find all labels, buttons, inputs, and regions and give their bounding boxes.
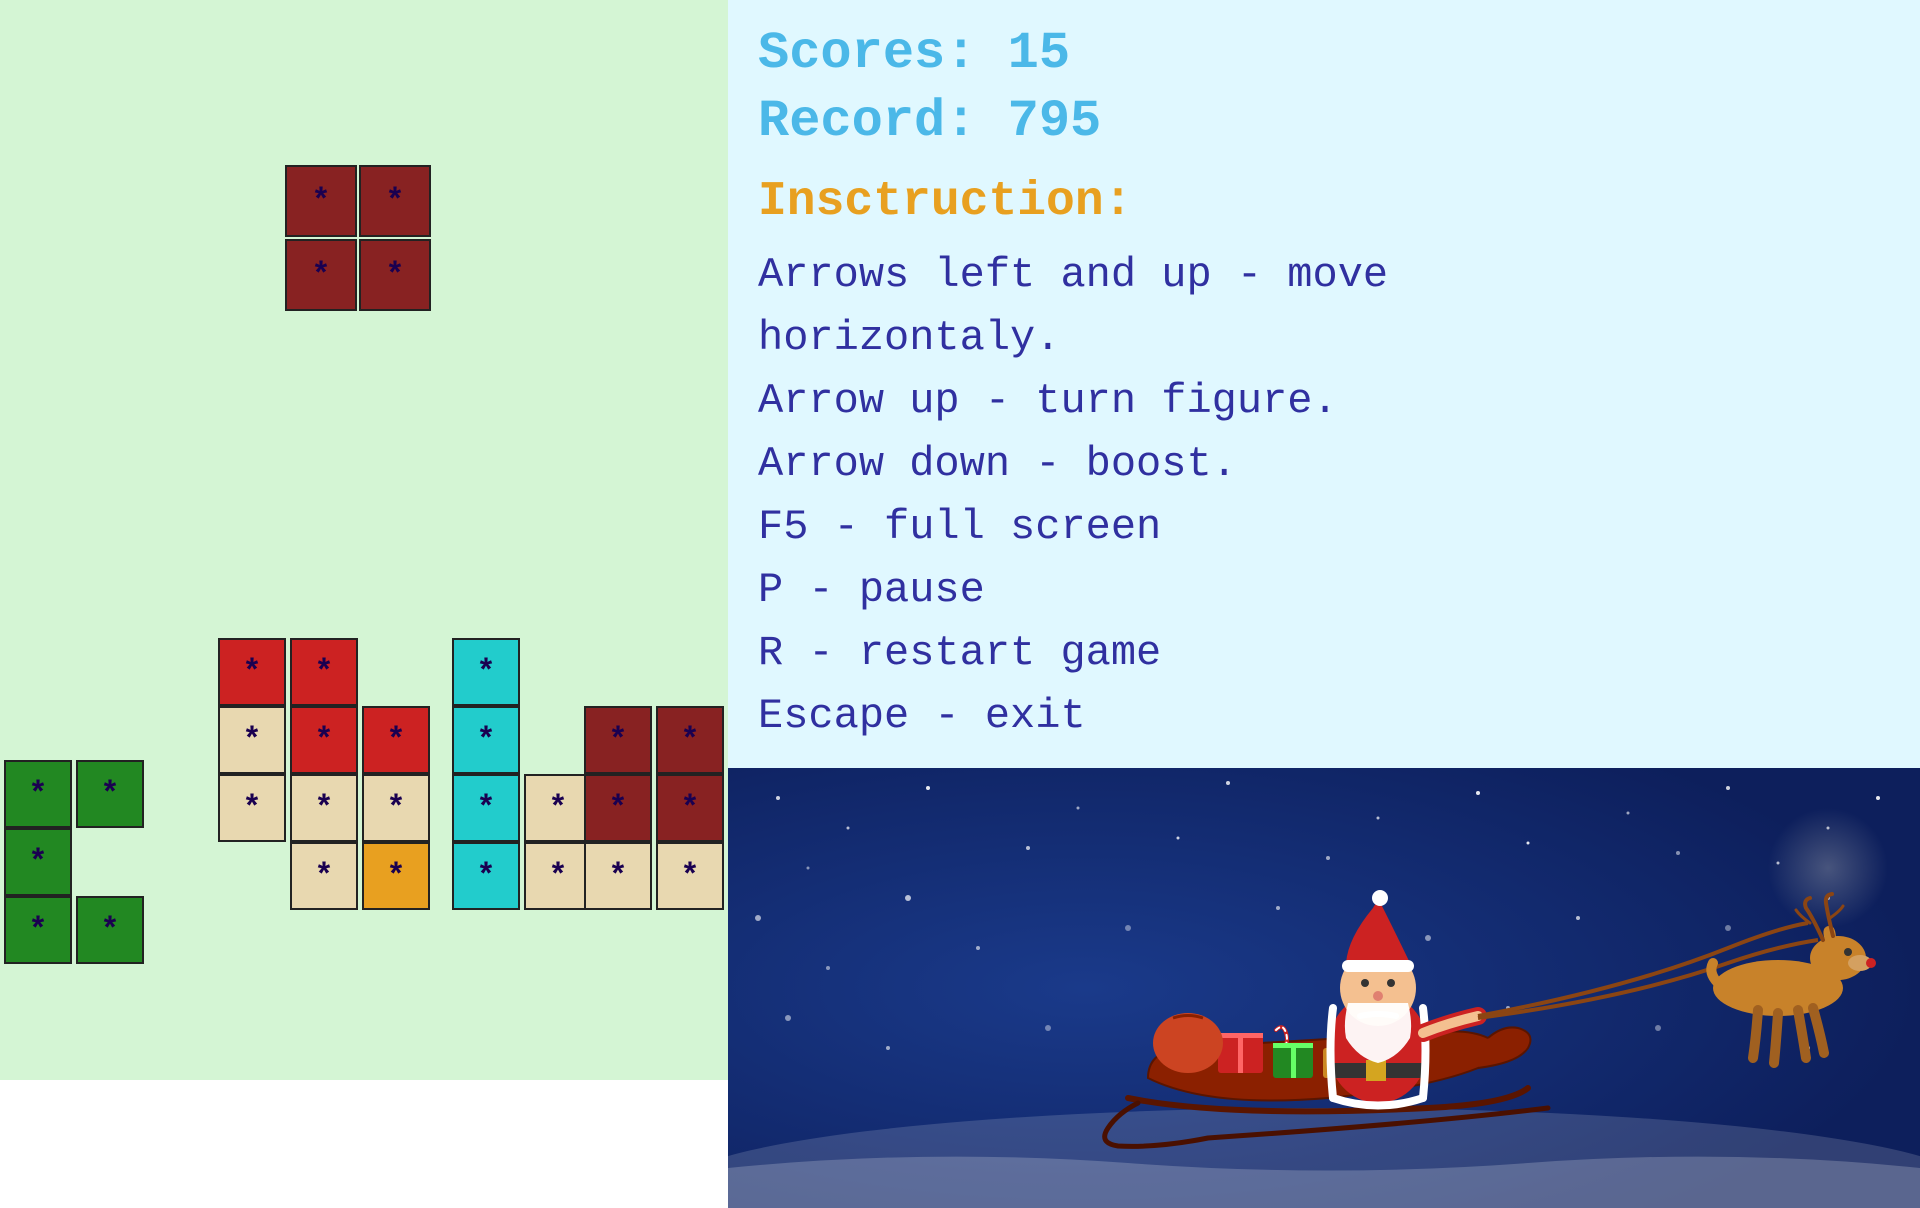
board-cell: * bbox=[362, 706, 430, 774]
piece-cell: * bbox=[285, 239, 357, 311]
instruction-line-1: Arrows left and up - move bbox=[758, 244, 1890, 307]
instruction-line-8: Escape - exit bbox=[758, 685, 1890, 748]
board-cell: * bbox=[656, 842, 724, 910]
board-cell: * bbox=[218, 638, 286, 706]
instruction-line-6: P - pause bbox=[758, 559, 1890, 622]
scores-section: Scores: 15 Record: 795 Insctruction: Arr… bbox=[728, 0, 1920, 768]
board-cell: * bbox=[76, 896, 144, 964]
board-cell: * bbox=[4, 828, 72, 896]
board-cell: * bbox=[452, 842, 520, 910]
instruction-header: Insctruction: bbox=[758, 175, 1890, 229]
board-cell: * bbox=[218, 706, 286, 774]
santa-svg bbox=[728, 768, 1920, 1208]
board-cell: * bbox=[524, 774, 592, 842]
board-cell: * bbox=[76, 760, 144, 828]
board-cell: * bbox=[362, 842, 430, 910]
board-cell: * bbox=[584, 842, 652, 910]
board-cell: * bbox=[452, 706, 520, 774]
record-display: Record: 795 bbox=[758, 88, 1890, 156]
instruction-line-5: F5 - full screen bbox=[758, 496, 1890, 559]
board-cell: * bbox=[218, 774, 286, 842]
instruction-line-4: Arrow down - boost. bbox=[758, 433, 1890, 496]
board-cell: * bbox=[4, 896, 72, 964]
board-cell: * bbox=[452, 774, 520, 842]
instruction-line-3: Arrow up - turn figure. bbox=[758, 370, 1890, 433]
instruction-line-2: horizontaly. bbox=[758, 307, 1890, 370]
board-cell: * bbox=[656, 706, 724, 774]
piece-cell: * bbox=[359, 239, 431, 311]
board-cell: * bbox=[4, 760, 72, 828]
piece-cell: * bbox=[359, 165, 431, 237]
christmas-scene bbox=[728, 768, 1920, 1208]
scores-display: Scores: 15 bbox=[758, 20, 1890, 88]
piece-cell: * bbox=[285, 165, 357, 237]
info-panel: Scores: 15 Record: 795 Insctruction: Arr… bbox=[728, 0, 1920, 1080]
board-cell: * bbox=[290, 774, 358, 842]
game-board: * * * * * * * * * * * * * * * * * * * * … bbox=[0, 0, 728, 1080]
instruction-line-7: R - restart game bbox=[758, 622, 1890, 685]
board-cell: * bbox=[362, 774, 430, 842]
board-cell: * bbox=[656, 774, 724, 842]
board-cell: * bbox=[524, 842, 592, 910]
instruction-body: Arrows left and up - move horizontaly. A… bbox=[758, 244, 1890, 748]
board-cell: * bbox=[584, 774, 652, 842]
board-cell: * bbox=[290, 842, 358, 910]
board-cell: * bbox=[290, 706, 358, 774]
board-cell: * bbox=[290, 638, 358, 706]
board-cell: * bbox=[584, 706, 652, 774]
board-cell: * bbox=[452, 638, 520, 706]
